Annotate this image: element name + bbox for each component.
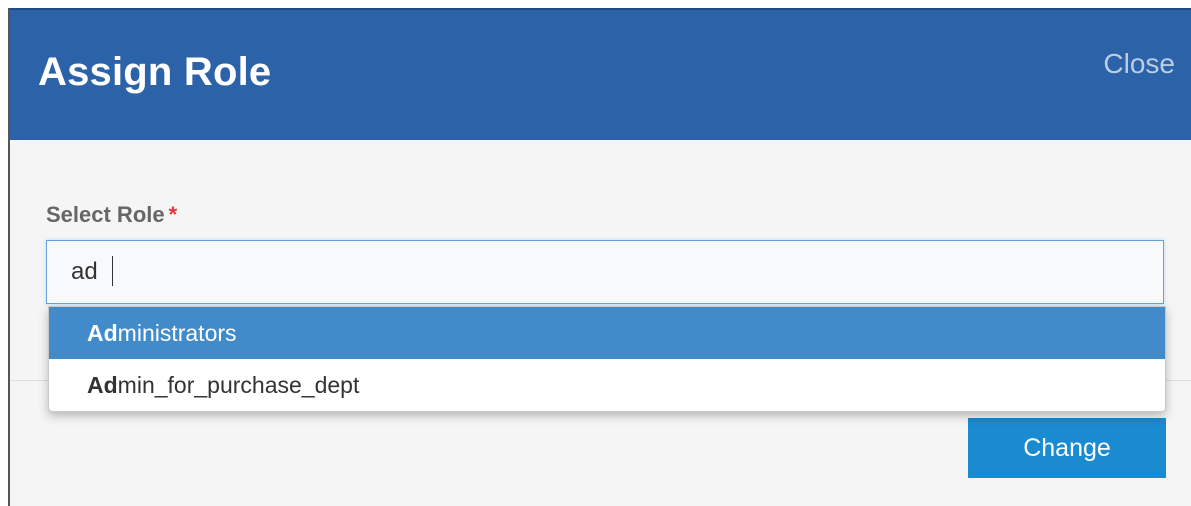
role-option-admin-for-purchase-dept[interactable]: Admin_for_purchase_dept	[49, 359, 1165, 411]
select-role-label: Select Role *	[46, 202, 177, 228]
role-search-input[interactable]	[46, 240, 1164, 304]
option-rest-text: ministrators	[117, 320, 237, 346]
dialog-header: Assign Role Close	[10, 8, 1191, 140]
role-option-administrators[interactable]: Administrators	[49, 307, 1165, 359]
option-rest-text: min_for_purchase_dept	[117, 372, 360, 398]
select-role-label-text: Select Role	[46, 202, 165, 227]
role-suggestions-dropdown: Administrators Admin_for_purchase_dept	[48, 306, 1166, 412]
text-caret	[112, 256, 113, 286]
dialog-title: Assign Role	[38, 50, 272, 94]
dialog-body: Select Role* Administrators Admin_for_pu…	[10, 140, 1191, 506]
close-link[interactable]: Close	[1103, 48, 1175, 80]
option-match-text: Ad	[87, 320, 118, 346]
option-match-text: Ad	[87, 372, 118, 398]
assign-role-dialog: Assign Role Close Select Role* Administr…	[8, 8, 1191, 506]
change-button[interactable]: Change	[968, 418, 1166, 478]
required-mark: *	[168, 202, 178, 227]
